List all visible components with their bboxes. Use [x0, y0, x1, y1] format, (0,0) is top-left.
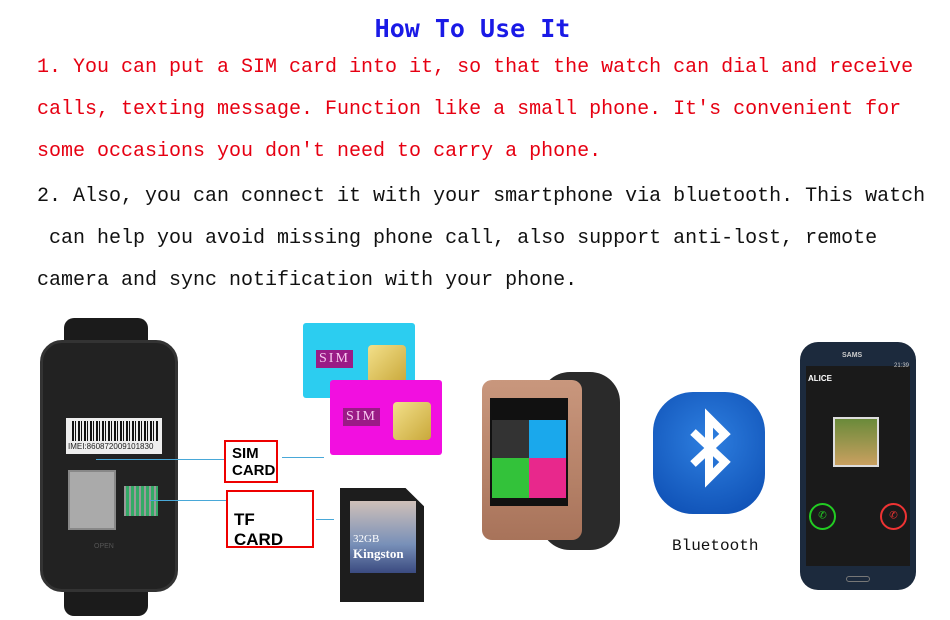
- sim-slot: [68, 470, 116, 530]
- step2-line2: can help you avoid missing phone call, a…: [37, 227, 878, 250]
- caller-name: ALICE: [808, 374, 832, 383]
- phone-brand: SAMS: [842, 352, 863, 359]
- tf-card-callout: TF CARD: [226, 490, 314, 549]
- sim-label-blue: SIM: [316, 350, 353, 368]
- bluetooth-logo: [653, 392, 765, 514]
- sim-label-pink: SIM: [343, 408, 380, 426]
- step2-line3: camera and sync notification with your p…: [37, 269, 578, 292]
- step2-line1: 2. Also, you can connect it with your sm…: [37, 185, 926, 208]
- sim-card-callout: SIM CARD: [224, 440, 278, 483]
- step1-line3: some occasions you don't need to carry a…: [37, 140, 602, 163]
- decline-call-icon[interactable]: ✆: [880, 503, 907, 530]
- answer-call-icon[interactable]: ✆: [809, 503, 836, 530]
- step1-line2: calls, texting message. Function like a …: [37, 98, 902, 121]
- step1-line1: 1. You can put a SIM card into it, so th…: [37, 56, 914, 79]
- caller-photo: [833, 417, 879, 467]
- phone-time: 21:39: [894, 363, 910, 369]
- sd-capacity: 32GB: [353, 533, 380, 545]
- bluetooth-icon: [690, 408, 731, 488]
- sd-brand: Kingston: [353, 546, 404, 561]
- open-label: OPEN: [94, 543, 114, 550]
- page-title: How To Use It: [374, 14, 571, 43]
- tf-slot: [124, 486, 158, 516]
- bluetooth-label: Bluetooth: [672, 537, 759, 555]
- sim-card-label-2: CARD: [232, 462, 276, 479]
- sim-card-label-1: SIM: [232, 445, 259, 462]
